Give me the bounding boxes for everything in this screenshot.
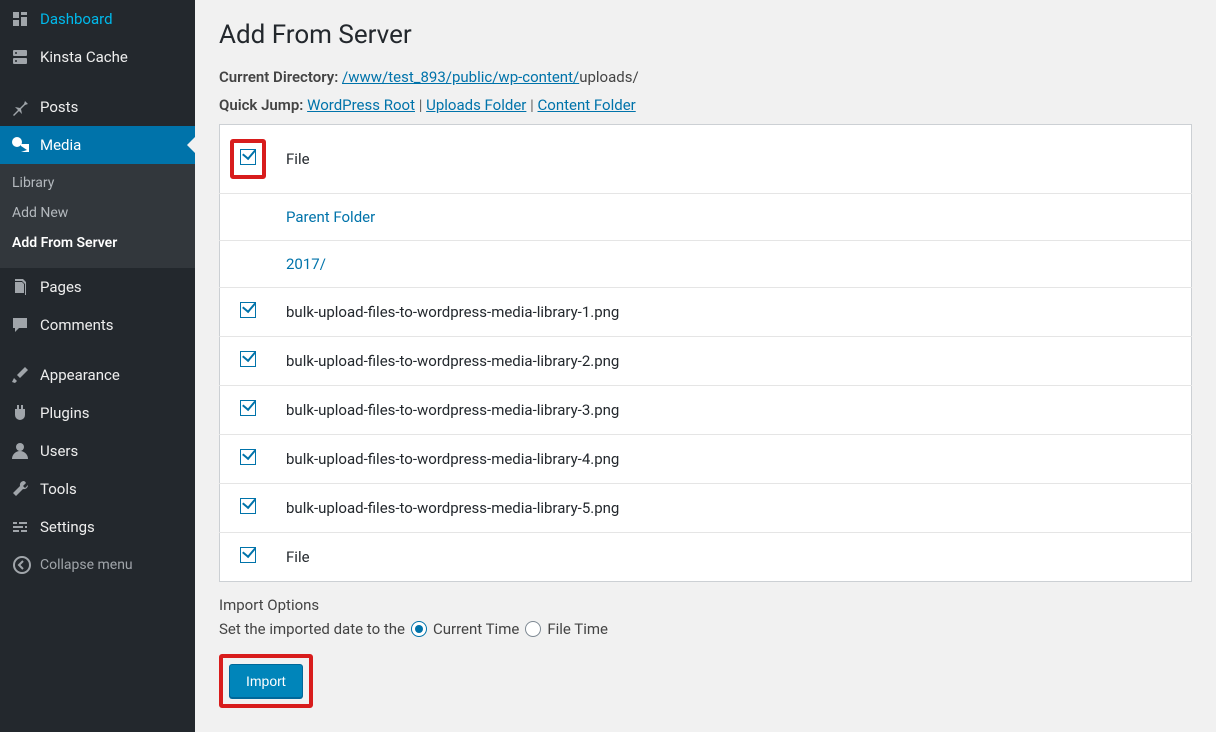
file-name: bulk-upload-files-to-wordpress-media-lib… bbox=[276, 435, 1192, 484]
file-name: bulk-upload-files-to-wordpress-media-lib… bbox=[276, 484, 1192, 533]
collapse-icon bbox=[12, 555, 32, 575]
quick-jump-content-folder[interactable]: Content Folder bbox=[538, 96, 636, 114]
table-row: bulk-upload-files-to-wordpress-media-lib… bbox=[220, 484, 1192, 533]
current-directory-line: Current Directory: /www/test_893/public/… bbox=[219, 68, 1192, 86]
radio-current-time[interactable] bbox=[411, 621, 427, 637]
import-date-row: Set the imported date to the Current Tim… bbox=[219, 620, 1192, 638]
column-footer-file: File bbox=[276, 533, 1192, 582]
import-options: Import Options Set the imported date to … bbox=[219, 596, 1192, 638]
sidebar-item-media[interactable]: Media bbox=[0, 126, 195, 164]
table-row: bulk-upload-files-to-wordpress-media-lib… bbox=[220, 337, 1192, 386]
table-row: bulk-upload-files-to-wordpress-media-lib… bbox=[220, 288, 1192, 337]
current-directory-path-link[interactable]: /www/test_893/public/wp-content/ bbox=[342, 68, 579, 86]
table-header-row: File bbox=[220, 125, 1192, 194]
file-checkbox[interactable] bbox=[240, 449, 256, 465]
user-icon bbox=[10, 441, 30, 461]
select-all-checkbox-bottom[interactable] bbox=[240, 547, 256, 563]
radio-current-time-label: Current Time bbox=[433, 620, 519, 638]
comment-icon bbox=[10, 315, 30, 335]
quick-jump-line: Quick Jump: WordPress Root | Uploads Fol… bbox=[219, 96, 1192, 114]
file-name: bulk-upload-files-to-wordpress-media-lib… bbox=[276, 288, 1192, 337]
sidebar-item-posts[interactable]: Posts bbox=[0, 88, 195, 126]
sidebar-item-appearance[interactable]: Appearance bbox=[0, 356, 195, 394]
quick-jump-wordpress-root[interactable]: WordPress Root bbox=[307, 96, 415, 114]
brush-icon bbox=[10, 365, 30, 385]
sidebar-item-tools[interactable]: Tools bbox=[0, 470, 195, 508]
table-row: bulk-upload-files-to-wordpress-media-lib… bbox=[220, 435, 1192, 484]
media-icon bbox=[10, 135, 30, 155]
sliders-icon bbox=[10, 517, 30, 537]
quick-jump-label: Quick Jump: bbox=[219, 96, 303, 114]
main-content: Add From Server Current Directory: /www/… bbox=[195, 0, 1216, 732]
sidebar-item-settings[interactable]: Settings bbox=[0, 508, 195, 546]
table-row-parent-folder: Parent Folder bbox=[220, 194, 1192, 241]
sidebar-item-label: Media bbox=[40, 136, 81, 154]
quick-jump-uploads-folder[interactable]: Uploads Folder bbox=[426, 96, 526, 114]
file-checkbox[interactable] bbox=[240, 400, 256, 416]
current-directory-label: Current Directory: bbox=[219, 68, 338, 86]
sidebar-item-kinsta-cache[interactable]: Kinsta Cache bbox=[0, 38, 195, 76]
sidebar-item-label: Settings bbox=[40, 518, 95, 536]
parent-folder-link[interactable]: Parent Folder bbox=[286, 208, 375, 226]
import-date-label: Set the imported date to the bbox=[219, 620, 405, 638]
sidebar-subitem-library[interactable]: Library bbox=[0, 168, 195, 198]
sidebar-item-label: Posts bbox=[40, 98, 78, 116]
plug-icon bbox=[10, 403, 30, 423]
sidebar-item-comments[interactable]: Comments bbox=[0, 306, 195, 344]
table-row: bulk-upload-files-to-wordpress-media-lib… bbox=[220, 386, 1192, 435]
sidebar-item-label: Dashboard bbox=[40, 10, 113, 28]
highlight-select-all bbox=[230, 139, 266, 179]
sidebar-item-label: Kinsta Cache bbox=[40, 48, 128, 66]
wrench-icon bbox=[10, 479, 30, 499]
sidebar-item-label: Appearance bbox=[40, 366, 120, 384]
collapse-menu-button[interactable]: Collapse menu bbox=[0, 546, 195, 584]
sidebar-item-label: Pages bbox=[40, 278, 82, 296]
highlight-import-button: Import bbox=[219, 654, 313, 708]
sidebar-subitem-add-new[interactable]: Add New bbox=[0, 198, 195, 228]
sidebar-item-dashboard[interactable]: Dashboard bbox=[0, 0, 195, 38]
column-header-file: File bbox=[276, 125, 1192, 194]
file-list-table: File Parent Folder 2017/ bulk-upload-fil… bbox=[219, 124, 1192, 582]
file-checkbox[interactable] bbox=[240, 498, 256, 514]
select-all-checkbox-top[interactable] bbox=[240, 149, 256, 165]
radio-file-time[interactable] bbox=[525, 621, 541, 637]
sidebar-item-label: Comments bbox=[40, 316, 114, 334]
sidebar-item-label: Tools bbox=[40, 480, 77, 498]
server-icon bbox=[10, 47, 30, 67]
sidebar-subitem-add-from-server[interactable]: Add From Server bbox=[0, 228, 195, 258]
page-title: Add From Server bbox=[219, 20, 1192, 50]
table-row-folder: 2017/ bbox=[220, 241, 1192, 288]
file-name: bulk-upload-files-to-wordpress-media-lib… bbox=[276, 386, 1192, 435]
sidebar-item-label: Plugins bbox=[40, 404, 89, 422]
import-button[interactable]: Import bbox=[229, 664, 303, 698]
pin-icon bbox=[10, 97, 30, 117]
page-icon bbox=[10, 277, 30, 297]
import-options-title: Import Options bbox=[219, 596, 1192, 614]
file-checkbox[interactable] bbox=[240, 351, 256, 367]
collapse-label: Collapse menu bbox=[40, 557, 133, 573]
sidebar-item-plugins[interactable]: Plugins bbox=[0, 394, 195, 432]
table-footer-row: File bbox=[220, 533, 1192, 582]
radio-file-time-label: File Time bbox=[547, 620, 608, 638]
file-checkbox[interactable] bbox=[240, 302, 256, 318]
sidebar-item-pages[interactable]: Pages bbox=[0, 268, 195, 306]
file-name: bulk-upload-files-to-wordpress-media-lib… bbox=[276, 337, 1192, 386]
sidebar-submenu-media: Library Add New Add From Server bbox=[0, 164, 195, 268]
admin-sidebar: Dashboard Kinsta Cache Posts Media Libra… bbox=[0, 0, 195, 732]
sidebar-item-label: Users bbox=[40, 442, 78, 460]
sidebar-item-users[interactable]: Users bbox=[0, 432, 195, 470]
dashboard-icon bbox=[10, 9, 30, 29]
current-directory-path-tail: uploads/ bbox=[579, 68, 638, 86]
folder-link[interactable]: 2017/ bbox=[286, 255, 326, 273]
